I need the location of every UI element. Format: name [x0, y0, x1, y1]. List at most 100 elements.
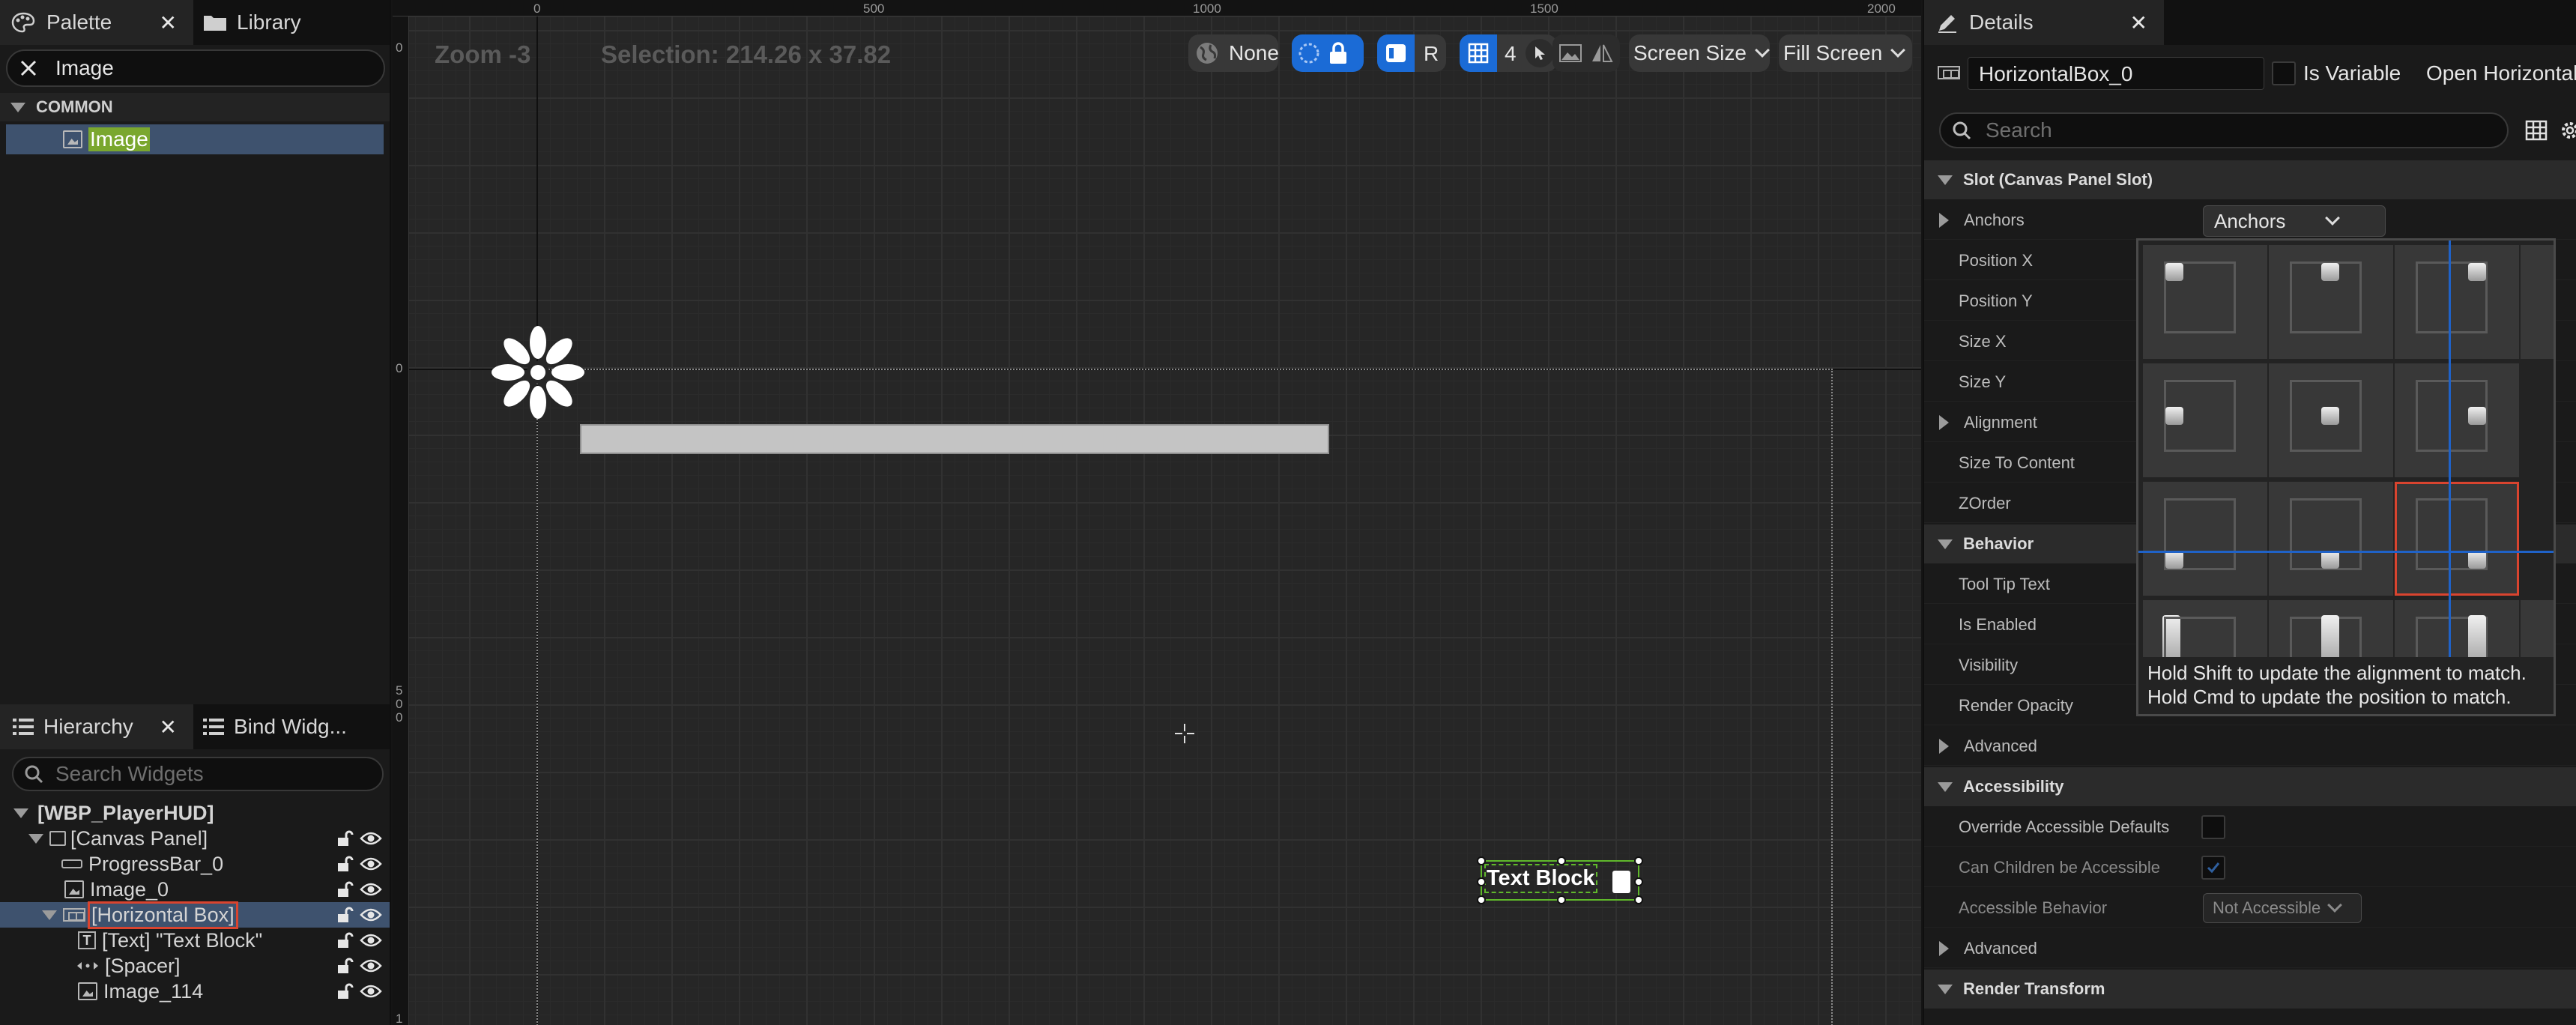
resize-handle[interactable] [1557, 895, 1566, 904]
palette-category-common[interactable]: COMMON [0, 93, 390, 121]
expand-arrow-icon[interactable] [13, 808, 28, 818]
details-search-input[interactable]: Search [1939, 112, 2509, 148]
fill-screen-dropdown[interactable]: Fill Screen [1779, 34, 1912, 72]
visibility-eye-icon[interactable] [360, 830, 382, 847]
tree-item-text[interactable]: T [Text] "Text Block" [0, 928, 390, 953]
designer-viewport[interactable]: 0 500 1000 1500 2000 0 0 5 0 0 1 Zoom -3… [393, 0, 1921, 1025]
can-children-checkbox[interactable] [2201, 856, 2225, 880]
accessible-behavior-dropdown[interactable]: Not Accessible [2203, 893, 2362, 923]
prop-can-children-accessible[interactable]: Can Children be Accessible [1924, 848, 2576, 887]
palette-search-input[interactable]: Image [6, 49, 385, 87]
settings-gear-icon[interactable] [2558, 118, 2576, 142]
unlock-icon[interactable] [336, 855, 354, 873]
grid-snap-group[interactable]: 4 [1460, 34, 1557, 72]
resize-handle[interactable] [1557, 856, 1566, 865]
resize-handle[interactable] [1634, 856, 1643, 865]
ruler-tick-label: 0 [396, 710, 403, 725]
anchor-center-left[interactable] [2143, 363, 2267, 477]
tree-item-spacer[interactable]: [Spacer] [0, 953, 390, 979]
expand-arrow-icon[interactable] [1939, 414, 1949, 430]
anchor-center[interactable] [2269, 363, 2393, 477]
visibility-eye-icon[interactable] [360, 932, 382, 949]
close-icon[interactable]: ✕ [160, 715, 177, 740]
localization-preview-button[interactable]: None [1188, 34, 1279, 72]
close-icon[interactable]: ✕ [160, 10, 177, 35]
mirror-icon[interactable] [1590, 42, 1614, 64]
image-widget-small[interactable] [1612, 871, 1630, 893]
tab-details[interactable]: Details ✕ [1924, 0, 2164, 45]
anchor-top-left[interactable] [2143, 245, 2267, 359]
resize-handle[interactable] [1477, 895, 1486, 904]
expand-arrow-icon[interactable] [1939, 212, 1949, 228]
expand-arrow-icon[interactable] [42, 910, 57, 920]
anchor-bottom-center[interactable] [2269, 482, 2393, 596]
tab-hierarchy[interactable]: Hierarchy ✕ [0, 704, 193, 749]
visibility-eye-icon[interactable] [360, 983, 382, 1000]
image-preview-icon[interactable] [1558, 42, 1582, 64]
tree-item-image-0[interactable]: Image_0 [0, 877, 390, 902]
text-block-widget[interactable]: Text Block [1484, 864, 1597, 893]
tree-item-root[interactable]: [WBP_PlayerHUD] [0, 800, 390, 826]
prop-override-accessible[interactable]: Override Accessible Defaults [1924, 808, 2576, 847]
tree-item-horizontal-box[interactable]: [Horizontal Box] [0, 901, 390, 929]
cursor-icon[interactable] [1526, 39, 1554, 67]
screen-size-dropdown[interactable]: Screen Size [1629, 34, 1770, 72]
unlock-icon[interactable] [336, 906, 354, 924]
tab-bind-widgets[interactable]: Bind Widg... [196, 704, 390, 749]
grid-snap-toggle[interactable] [1460, 34, 1497, 72]
section-slot[interactable]: Slot (Canvas Panel Slot) [1924, 160, 2576, 199]
unlock-icon[interactable] [336, 957, 354, 975]
widget-name-input[interactable]: HorizontalBox_0 [1968, 57, 2264, 90]
unlock-icon[interactable] [336, 982, 354, 1000]
r-toggle-label[interactable]: R [1424, 42, 1439, 66]
anchor-top-center[interactable] [2269, 245, 2393, 359]
visibility-eye-icon[interactable] [360, 907, 382, 923]
anchor-bottom-left[interactable] [2143, 482, 2267, 596]
override-accessible-checkbox[interactable] [2201, 815, 2225, 839]
tree-item-image-114[interactable]: Image_114 [0, 979, 390, 1004]
open-horizontal-box-link[interactable]: Open Horizontal [2426, 61, 2576, 85]
prop-label: Position Y [1959, 291, 2033, 310]
is-variable-checkbox[interactable] [2272, 61, 2296, 85]
expand-arrow-icon[interactable] [1939, 738, 1949, 754]
palette-item-image[interactable]: Image [6, 124, 384, 154]
grid-snap-value[interactable]: 4 [1505, 42, 1517, 66]
prop-advanced-accessibility[interactable]: Advanced [1924, 929, 2576, 968]
resize-handle[interactable] [1477, 856, 1486, 865]
unlock-icon[interactable] [336, 931, 354, 949]
table-view-icon[interactable] [2525, 120, 2548, 141]
horizontal-box-selection[interactable]: Text Block [1477, 856, 1643, 904]
close-icon[interactable]: ✕ [2130, 10, 2147, 35]
anchor-top-right[interactable] [2395, 245, 2519, 359]
expand-arrow-icon[interactable] [1939, 940, 1949, 956]
visibility-eye-icon[interactable] [360, 958, 382, 974]
expand-arrow-icon[interactable] [28, 833, 43, 844]
layout-toggle-group[interactable]: R [1377, 34, 1446, 72]
unlock-icon[interactable] [336, 829, 354, 847]
anchor-top-stretch[interactable] [2521, 245, 2554, 359]
tab-library[interactable]: Library [196, 0, 390, 45]
layout-button[interactable] [1377, 34, 1415, 72]
resize-handle[interactable] [1634, 895, 1643, 904]
resize-handle[interactable] [1477, 877, 1486, 886]
tree-item-progressbar[interactable]: ProgressBar_0 [0, 851, 390, 877]
visibility-eye-icon[interactable] [360, 881, 382, 898]
flower-image-widget[interactable] [489, 324, 587, 425]
respect-locks-toggle[interactable] [1292, 34, 1364, 72]
resize-handle[interactable] [1634, 877, 1643, 886]
anchor-center-right[interactable] [2395, 363, 2519, 477]
section-accessibility[interactable]: Accessibility [1924, 767, 2576, 806]
prop-advanced[interactable]: Advanced [1924, 727, 2576, 766]
unlock-icon[interactable] [336, 880, 354, 898]
clear-search-icon[interactable] [18, 58, 39, 79]
anchor-bottom-right[interactable] [2395, 482, 2519, 596]
visibility-eye-icon[interactable] [360, 856, 382, 872]
hierarchy-search-input[interactable]: Search Widgets [12, 757, 384, 791]
progress-bar-widget[interactable] [580, 424, 1329, 454]
anchors-dropdown[interactable]: Anchors [2203, 205, 2386, 237]
tree-item-canvas-panel[interactable]: [Canvas Panel] [0, 826, 390, 851]
view-mode-group[interactable] [1552, 34, 1620, 72]
tab-palette[interactable]: Palette ✕ [0, 0, 193, 45]
section-render-transform[interactable]: Render Transform [1924, 970, 2576, 1009]
section-accessibility-label: Accessibility [1963, 777, 2064, 796]
